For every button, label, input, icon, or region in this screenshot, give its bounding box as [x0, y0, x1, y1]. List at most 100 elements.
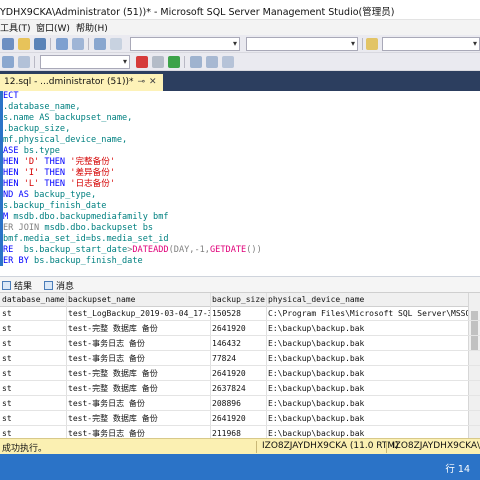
table-cell[interactable]: st [0, 412, 66, 426]
table-row[interactable]: st test-事务日志 备份 211968 E:\backup\backup.bak [0, 427, 480, 438]
table-cell[interactable]: test-事务日志 备份 [66, 397, 210, 411]
table-cell[interactable]: C:\Program Files\Microsoft SQL Server\MS… [266, 307, 468, 321]
table-cell[interactable]: st [0, 397, 66, 411]
table-row[interactable]: st test-完整 数据库 备份 2641920 E:\backup\backup.… [0, 322, 480, 336]
results-grid[interactable]: database_name backupset_name backup_size… [0, 292, 480, 438]
code-token: .backup_size, [3, 124, 71, 134]
table-cell[interactable]: st [0, 337, 66, 351]
title-bar: YDHX9CKA\Administrator (51))* - Microsof… [0, 0, 480, 20]
table-row[interactable]: st test-完整 数据库 备份 2637824 E:\backup\backup.… [0, 382, 480, 396]
toolbar-icon[interactable] [110, 38, 122, 50]
chevron-down-icon: ▾ [472, 39, 477, 48]
table-cell[interactable]: test-事务日志 备份 [66, 337, 210, 351]
table-cell[interactable]: 2641920 [210, 322, 266, 336]
parse-icon[interactable] [190, 56, 202, 68]
code-token: 'I' [23, 168, 40, 178]
code-token: msdb.dbo.backupmediafamily bmf [13, 212, 169, 222]
code-token: ER BY [3, 256, 35, 266]
table-cell[interactable]: E:\backup\backup.bak [266, 412, 468, 426]
change-connection-icon[interactable] [18, 56, 30, 68]
table-cell[interactable]: st [0, 322, 66, 336]
chevron-down-icon: ▾ [350, 39, 355, 48]
solution-config-dropdown[interactable]: ▾ [130, 37, 240, 51]
code-token: ND AS [3, 190, 35, 200]
results-to-grid-icon[interactable] [206, 56, 218, 68]
code-line: s.backup_finish_date [3, 201, 106, 212]
table-row[interactable]: st test-事务日志 备份 146432 E:\backup\backup.bak [0, 337, 480, 351]
table-cell[interactable]: E:\backup\backup.bak [266, 322, 468, 336]
table-cell[interactable]: 150528 [210, 307, 266, 321]
code-token: 'D' [23, 157, 40, 167]
code-line: ASE bs.type [3, 146, 60, 157]
menu-window[interactable]: 窗口(W) [36, 21, 70, 34]
find-dropdown[interactable]: ▾ [382, 37, 480, 51]
code-token: ASE [3, 146, 24, 156]
table-cell[interactable]: 2641920 [210, 367, 266, 381]
play-icon[interactable] [168, 56, 180, 68]
table-cell[interactable]: test-事务日志 备份 [66, 427, 210, 438]
table-cell[interactable]: 208896 [210, 397, 266, 411]
tab-query-editor[interactable]: 12.sql - ...dministrator (51))* ⊸ ✕ [0, 74, 163, 91]
table-cell[interactable]: 2637824 [210, 382, 266, 396]
table-cell[interactable]: test-完整 数据库 备份 [66, 382, 210, 396]
chevron-down-icon: ▾ [232, 39, 237, 48]
table-row[interactable]: st test-完整 数据库 备份 2641920 E:\backup\backup.… [0, 412, 480, 426]
tab-results[interactable]: 结果 [2, 279, 32, 292]
column-header[interactable]: backupset_name [66, 293, 210, 307]
table-cell[interactable]: E:\backup\backup.bak [266, 397, 468, 411]
column-header[interactable]: physical_device_name [266, 293, 468, 307]
status-message: 成功执行。 [2, 444, 48, 454]
code-token: '日志备份' [70, 179, 116, 189]
table-cell[interactable]: test-完整 数据库 备份 [66, 322, 210, 336]
table-cell[interactable]: E:\backup\backup.bak [266, 352, 468, 366]
activity-monitor-icon[interactable] [94, 38, 106, 50]
comment-icon[interactable] [222, 56, 234, 68]
table-cell[interactable]: st [0, 382, 66, 396]
table-cell[interactable]: E:\backup\backup.bak [266, 367, 468, 381]
code-token: bmf.media_set_id=bs.media_set_id [3, 234, 169, 244]
connect-icon[interactable] [2, 56, 14, 68]
table-cell[interactable]: st [0, 352, 66, 366]
table-row[interactable]: sttest_LogBackup_2019-03-04_17-38-321505… [0, 307, 480, 321]
table-cell[interactable]: test-完整 数据库 备份 [66, 412, 210, 426]
database-dropdown[interactable]: ▾ [40, 55, 130, 69]
table-cell[interactable]: test-事务日志 备份 [66, 352, 210, 366]
table-row[interactable]: st test-事务日志 备份 77824 E:\backup\backup.bak [0, 352, 480, 366]
table-cell[interactable]: E:\backup\backup.bak [266, 427, 468, 438]
table-row[interactable]: st test-完整 数据库 备份 2641920 E:\backup\backup.… [0, 367, 480, 381]
table-cell[interactable]: st [0, 427, 66, 438]
query-editor[interactable]: ECT .database_name, s.name AS backupset_na… [0, 91, 480, 266]
column-header[interactable]: database_name [0, 293, 66, 307]
new-query-icon[interactable] [2, 38, 14, 50]
table-cell[interactable]: test_LogBackup_2019-03-04_17-38-32 [66, 307, 210, 321]
open-file-icon[interactable] [18, 38, 30, 50]
table-cell[interactable]: 211968 [210, 427, 266, 438]
code-token: DATEADD [132, 245, 169, 255]
table-cell[interactable]: E:\backup\backup.bak [266, 382, 468, 396]
close-icon[interactable]: ✕ [149, 77, 157, 87]
status-server-user: IZO8ZJAYDHX9CKA\Adr [392, 441, 480, 451]
table-cell[interactable]: 2641920 [210, 412, 266, 426]
debug-icon[interactable] [152, 56, 164, 68]
table-row[interactable]: st test-事务日志 备份 208896 E:\backup\backup.bak [0, 397, 480, 411]
properties-icon[interactable] [366, 38, 378, 50]
table-cell[interactable]: st [0, 307, 66, 321]
tab-messages[interactable]: 消息 [44, 279, 74, 292]
platform-dropdown[interactable]: ▾ [246, 37, 358, 51]
code-line: HEN 'L' THEN '日志备份' [3, 179, 115, 190]
table-cell[interactable]: 77824 [210, 352, 266, 366]
redo-icon[interactable] [72, 38, 84, 50]
save-icon[interactable] [34, 38, 46, 50]
table-cell[interactable]: st [0, 367, 66, 381]
table-cell[interactable]: E:\backup\backup.bak [266, 337, 468, 351]
pin-icon[interactable]: ⊸ [137, 77, 145, 87]
menu-tools[interactable]: 工具(T) [0, 21, 31, 34]
code-token: GETDATE [210, 245, 247, 255]
menu-help[interactable]: 帮助(H) [76, 21, 108, 34]
code-token: backup_type, [34, 190, 97, 200]
table-cell[interactable]: test-完整 数据库 备份 [66, 367, 210, 381]
undo-icon[interactable] [56, 38, 68, 50]
execute-icon[interactable] [136, 56, 148, 68]
table-cell[interactable]: 146432 [210, 337, 266, 351]
column-header[interactable]: backup_size [210, 293, 266, 307]
